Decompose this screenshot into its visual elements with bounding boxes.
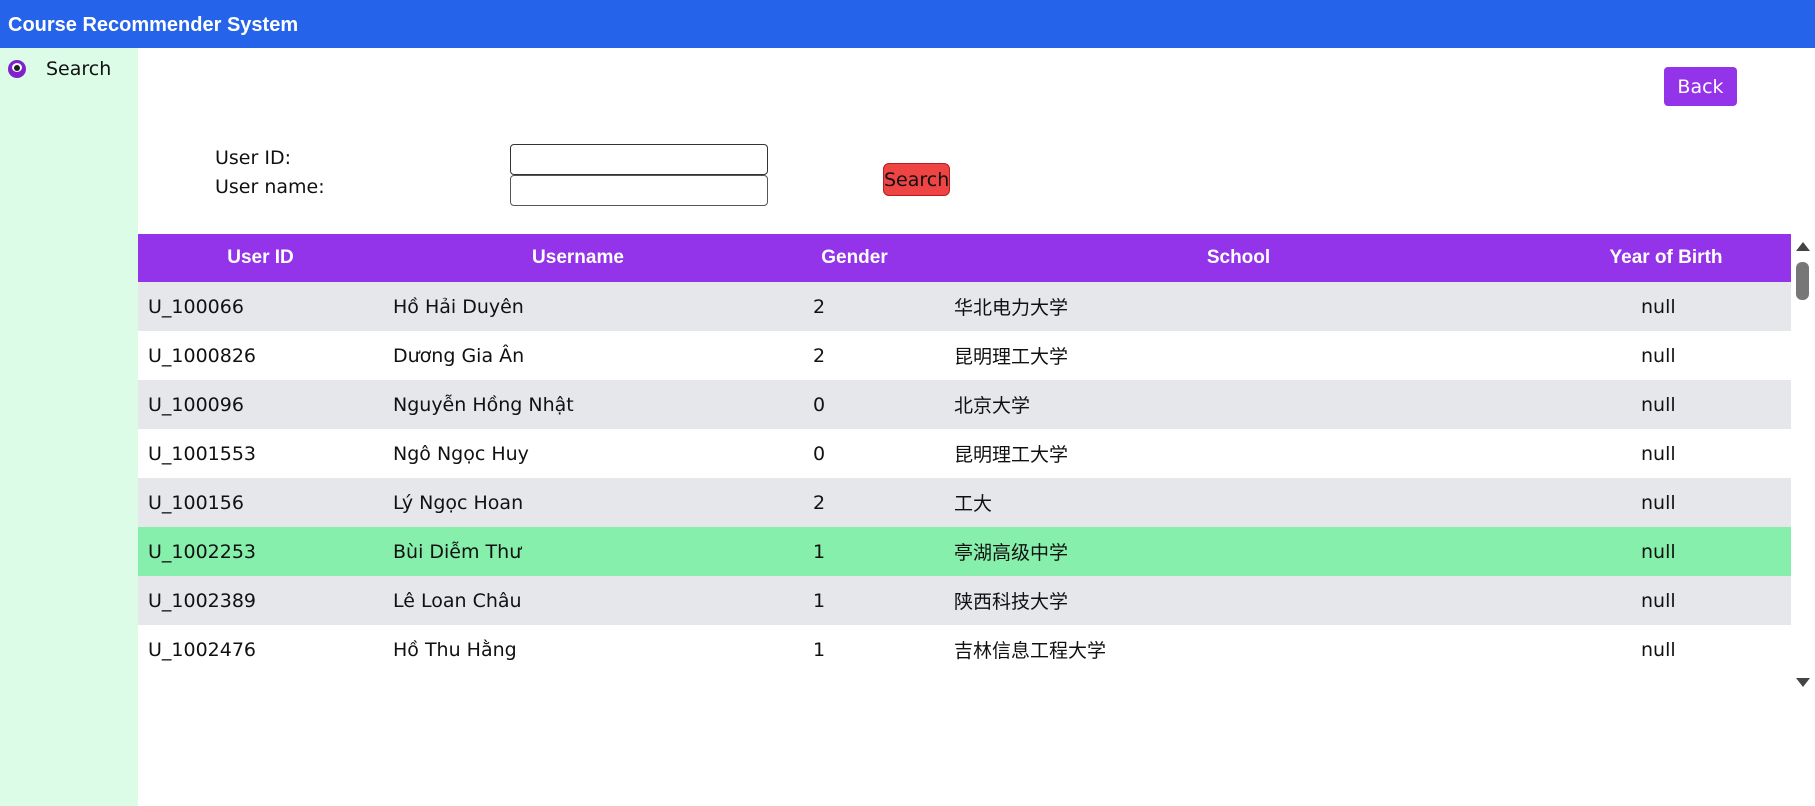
cell-gender: 2 <box>813 491 826 514</box>
user-name-label: User name: <box>215 176 325 198</box>
cell-school: 昆明理工大学 <box>954 346 1069 368</box>
cell-year-of-birth: null <box>1641 442 1676 465</box>
sidebar-item-label: Search <box>46 58 112 80</box>
user-name-input[interactable] <box>510 175 768 206</box>
table-row[interactable]: U_1002476 Hồ Thu Hằng 1 吉林信息工程大学 null <box>138 625 1791 674</box>
cell-gender: 1 <box>813 540 826 563</box>
cell-user-id: U_100156 <box>148 491 244 514</box>
sidebar-item-search[interactable]: Search <box>8 58 111 80</box>
cell-user-id: U_1002389 <box>148 589 257 612</box>
eye-icon <box>8 60 26 78</box>
cell-username: Lê Loan Châu <box>393 589 522 612</box>
column-header-username[interactable]: Username <box>383 234 773 282</box>
cell-year-of-birth: null <box>1641 540 1676 563</box>
cell-year-of-birth: null <box>1641 638 1676 661</box>
cell-school: 吉林信息工程大学 <box>954 640 1107 662</box>
cell-username: Lý Ngọc Hoan <box>393 491 524 514</box>
app-title: Course Recommender System <box>8 14 299 36</box>
cell-school: 北京大学 <box>954 395 1031 417</box>
cell-gender: 1 <box>813 638 826 661</box>
column-header-year-of-birth[interactable]: Year of Birth <box>1541 234 1791 282</box>
cell-school: 陕西科技大学 <box>954 591 1069 613</box>
scrollbar-thumb[interactable] <box>1796 262 1809 300</box>
table-row[interactable]: U_1002253 Bùi Diễm Thư 1 亭湖高级中学 null <box>138 527 1791 576</box>
column-header-school[interactable]: School <box>936 234 1541 282</box>
scroll-down-arrow-icon[interactable] <box>1796 678 1810 687</box>
table-body: U_100066 Hồ Hải Duyên 2 华北电力大学 null U_1000826… <box>138 282 1791 674</box>
cell-gender: 2 <box>813 344 826 367</box>
cell-year-of-birth: null <box>1641 295 1676 318</box>
cell-school: 华北电力大学 <box>954 297 1069 319</box>
search-button[interactable]: Search <box>883 163 950 196</box>
cell-school: 昆明理工大学 <box>954 444 1069 466</box>
sidebar: Search <box>0 48 138 806</box>
table-header-row: User ID Username Gender School Year of B… <box>138 234 1791 282</box>
cell-user-id: U_100066 <box>148 295 244 318</box>
column-header-gender[interactable]: Gender <box>773 234 936 282</box>
cell-school: 亭湖高级中学 <box>954 542 1069 564</box>
user-id-input[interactable] <box>510 144 768 175</box>
cell-year-of-birth: null <box>1641 393 1676 416</box>
cell-school: 工大 <box>954 493 993 515</box>
table-scrollbar[interactable] <box>1791 234 1815 694</box>
cell-year-of-birth: null <box>1641 344 1676 367</box>
cell-year-of-birth: null <box>1641 589 1676 612</box>
cell-user-id: U_1002476 <box>148 638 257 661</box>
cell-username: Bùi Diễm Thư <box>393 540 522 563</box>
cell-user-id: U_100096 <box>148 393 244 416</box>
cell-username: Hồ Thu Hằng <box>393 638 517 661</box>
cell-username: Nguyễn Hồng Nhật <box>393 393 574 416</box>
cell-username: Hồ Hải Duyên <box>393 295 524 318</box>
app-header: Course Recommender System <box>0 0 1815 48</box>
table-row[interactable]: U_100066 Hồ Hải Duyên 2 华北电力大学 null <box>138 282 1791 331</box>
table-row[interactable]: U_100156 Lý Ngọc Hoan 2 工大 null <box>138 478 1791 527</box>
table-row[interactable]: U_1001553 Ngô Ngọc Huy 0 昆明理工大学 null <box>138 429 1791 478</box>
cell-year-of-birth: null <box>1641 491 1676 514</box>
users-table: User ID Username Gender School Year of B… <box>138 234 1791 674</box>
table-row[interactable]: U_100096 Nguyễn Hồng Nhật 0 北京大学 null <box>138 380 1791 429</box>
table-row[interactable]: U_1000826 Dương Gia Ân 2 昆明理工大学 null <box>138 331 1791 380</box>
cell-user-id: U_1000826 <box>148 344 257 367</box>
cell-gender: 0 <box>813 442 826 465</box>
cell-gender: 1 <box>813 589 826 612</box>
cell-gender: 2 <box>813 295 826 318</box>
cell-user-id: U_1002253 <box>148 540 257 563</box>
cell-username: Ngô Ngọc Huy <box>393 442 529 465</box>
cell-user-id: U_1001553 <box>148 442 257 465</box>
cell-gender: 0 <box>813 393 826 416</box>
table-row[interactable]: U_1002389 Lê Loan Châu 1 陕西科技大学 null <box>138 576 1791 625</box>
user-id-label: User ID: <box>215 147 291 169</box>
column-header-user-id[interactable]: User ID <box>138 234 383 282</box>
users-table-container[interactable]: User ID Username Gender School Year of B… <box>138 234 1791 694</box>
scroll-up-arrow-icon[interactable] <box>1796 242 1810 251</box>
cell-username: Dương Gia Ân <box>393 344 525 367</box>
back-button[interactable]: Back <box>1664 67 1737 106</box>
